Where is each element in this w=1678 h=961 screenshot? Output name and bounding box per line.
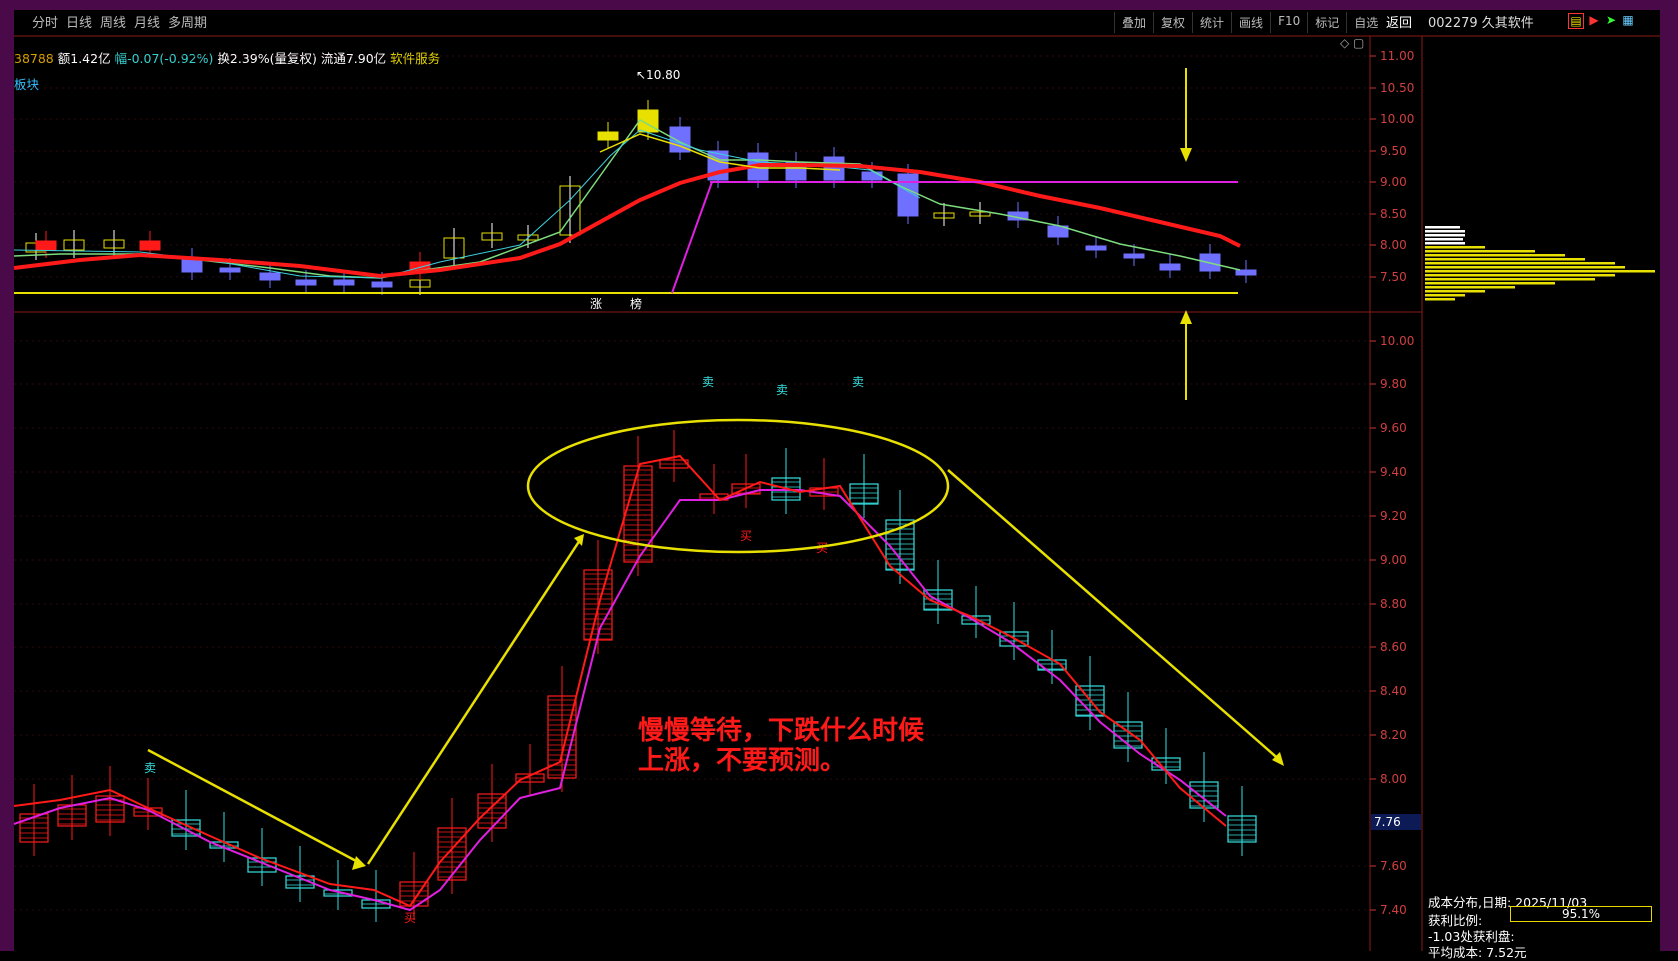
- chip-bar: [1425, 298, 1455, 301]
- buy-marker: 买: [404, 911, 416, 925]
- lower-tick-label: 8.00: [1380, 772, 1407, 786]
- upper-tick-label: 8.00: [1380, 238, 1407, 252]
- lower-tick-label: 10.00: [1380, 334, 1414, 348]
- sell-marker: 卖: [144, 761, 156, 775]
- upper-candle-body: [823, 156, 845, 181]
- upper-candle-body: [259, 272, 281, 281]
- upper-candle-body: [1085, 245, 1107, 251]
- lower-tick-label: 9.60: [1380, 421, 1407, 435]
- chip-bar: [1425, 246, 1485, 249]
- chip-bar: [1425, 278, 1595, 281]
- upper-candle-body: [35, 240, 57, 251]
- avg-cost: 平均成本: 7.52元: [1428, 945, 1527, 960]
- annotation-line-2: 上涨，不要预测。: [638, 746, 847, 776]
- lower-ma-red: [13, 454, 1227, 908]
- current-price-label: 7.76: [1374, 815, 1401, 829]
- downtrend-arrow-1-head: [352, 856, 366, 870]
- lower-tick-label: 9.00: [1380, 553, 1407, 567]
- chip-bar: [1425, 226, 1460, 229]
- sell-marker: 卖: [852, 375, 864, 389]
- chip-bar: [1425, 230, 1465, 233]
- chip-bar: [1425, 234, 1465, 237]
- highlight-ellipse: [526, 418, 950, 554]
- chip-bar: [1425, 242, 1465, 245]
- buy-marker: 买: [740, 529, 752, 543]
- marker-list: 榜: [630, 296, 642, 311]
- upper-tick-label: 10.50: [1380, 81, 1414, 95]
- chip-bar: [1425, 274, 1615, 277]
- upper-tick-label: 8.50: [1380, 207, 1407, 221]
- sell-marker: 卖: [776, 383, 788, 397]
- lower-tick-label: 9.20: [1380, 509, 1407, 523]
- chip-bar: [1425, 254, 1565, 257]
- chip-bar: [1425, 270, 1655, 273]
- lower-tick-label: 8.40: [1380, 684, 1407, 698]
- chip-bar: [1425, 262, 1615, 265]
- upper-candle-body: [861, 171, 883, 181]
- upper-tick-label: 9.50: [1380, 144, 1407, 158]
- upper-candle-body: [333, 279, 355, 286]
- downtrend-arrow-2: [947, 469, 1283, 763]
- downtrend-arrow-1: [147, 748, 359, 864]
- chip-bar: [1425, 238, 1463, 241]
- upper-candle-body: [1235, 269, 1257, 276]
- annotation-text: 慢慢等待，下跌什么时候 上涨，不要预测。: [638, 716, 924, 776]
- uptrend-arrow-head: [574, 534, 584, 546]
- annotation-line-1: 慢慢等待，下跌什么时候: [638, 716, 925, 746]
- upper-candle-body: [295, 279, 317, 286]
- upper-candle-body: [1159, 263, 1181, 271]
- chip-bar: [1425, 250, 1535, 253]
- upper-candle-body: [1123, 253, 1145, 259]
- lower-tick-label: 9.40: [1380, 465, 1407, 479]
- lower-tick-label: 8.20: [1380, 728, 1407, 742]
- lower-tick-label: 8.80: [1380, 597, 1407, 611]
- upper-tick-label: 9.00: [1380, 175, 1407, 189]
- upper-tick-label: 11.00: [1380, 49, 1414, 63]
- upper-candle-body: [597, 131, 619, 141]
- chip-bar: [1425, 290, 1485, 293]
- upper-high-label: ↖10.80: [636, 68, 680, 82]
- kline-chart[interactable]: 11.00 10.50 10.00 9.50 9.00 8.50 8.00 7.50 10.00…: [0, 0, 1678, 951]
- upper-candle-body: [219, 267, 241, 273]
- marker-rise: 涨: [590, 296, 602, 311]
- upper-candle-body: [371, 281, 393, 288]
- lower-tick-label: 7.60: [1380, 859, 1407, 873]
- chip-bar: [1425, 286, 1515, 289]
- chip-bar: [1425, 266, 1625, 269]
- lower-tick-label: 8.60: [1380, 640, 1407, 654]
- sell-marker: 卖: [702, 375, 714, 389]
- profit-ratio-value: 95.1%: [1561, 907, 1601, 921]
- chip-bar: [1425, 282, 1555, 285]
- arrow-down-head: [1180, 148, 1192, 162]
- chip-bar: [1425, 258, 1585, 261]
- lower-tick-label: 9.80: [1380, 377, 1407, 391]
- magenta-diagonal: [671, 181, 713, 294]
- upper-tick-label: 7.50: [1380, 270, 1407, 284]
- profit-ratio-bar: 95.1%: [1510, 906, 1652, 922]
- upper-tick-label: 10.00: [1380, 112, 1414, 126]
- upper-candle-body: [139, 240, 161, 251]
- lower-tick-label: 7.40: [1380, 903, 1407, 917]
- chip-bar: [1425, 294, 1465, 297]
